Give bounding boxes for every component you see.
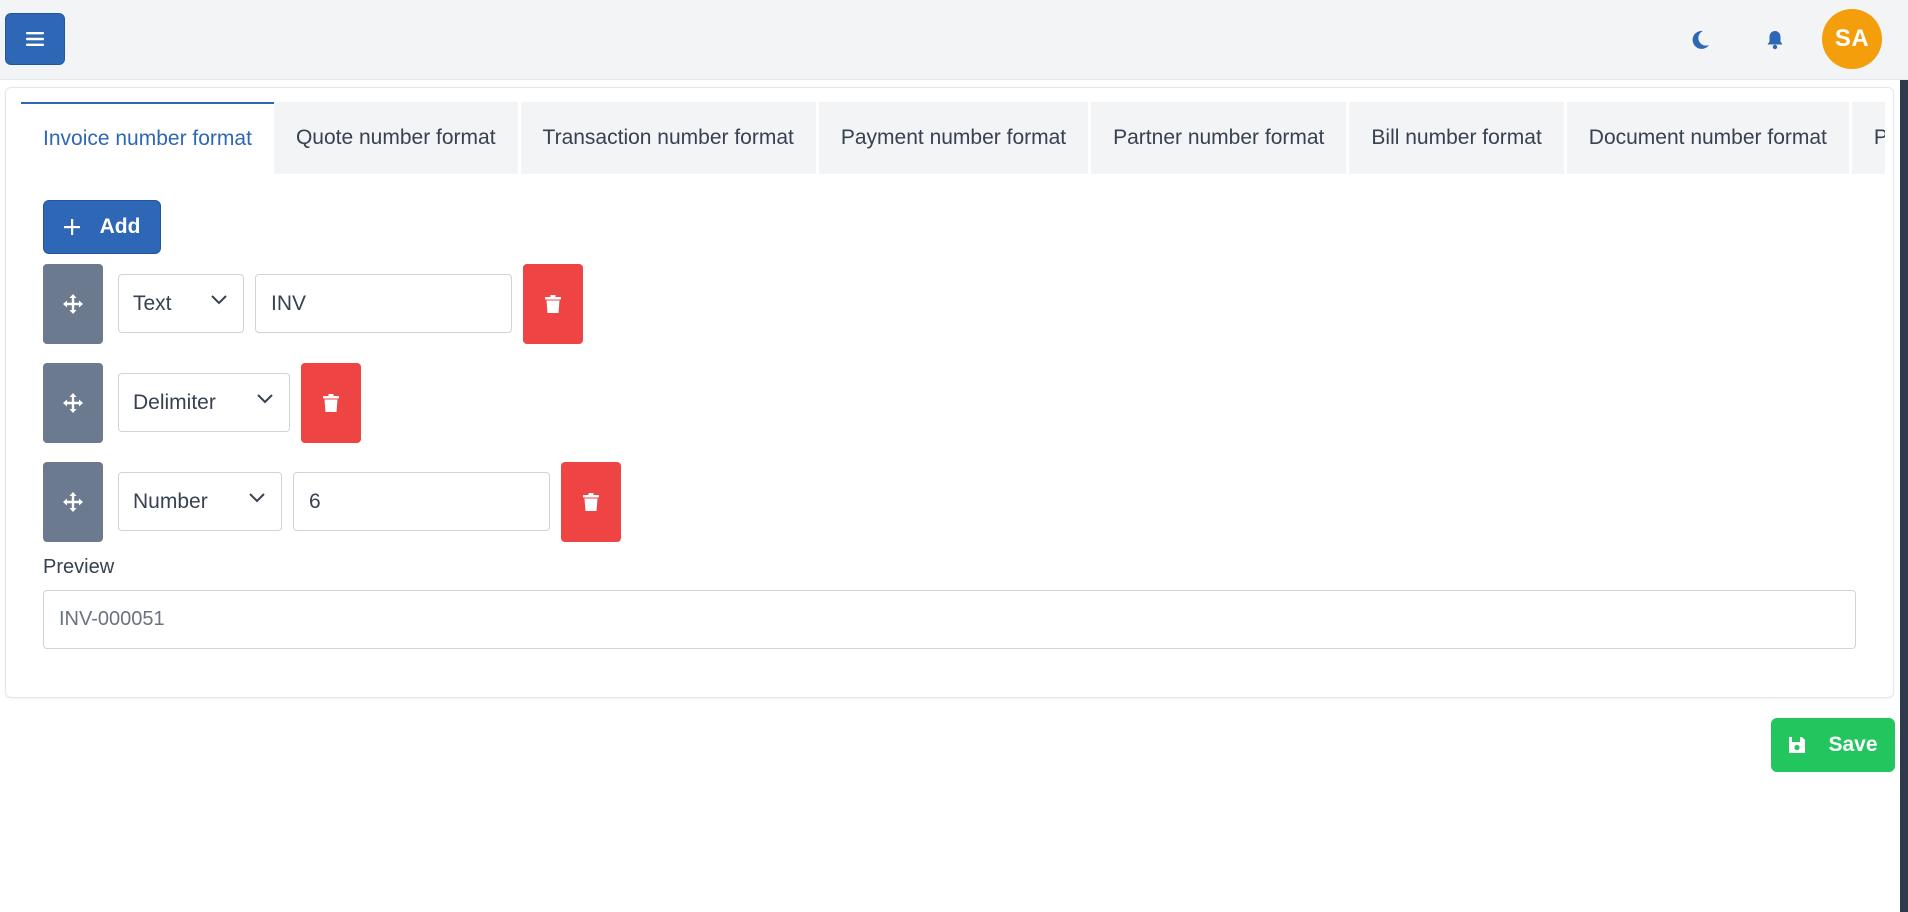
- tab-quote-number-format[interactable]: Quote number format: [273, 102, 521, 174]
- add-segment-button[interactable]: Add: [43, 200, 161, 254]
- trash-icon: [545, 295, 561, 313]
- preview-field: INV-000051: [43, 590, 1856, 649]
- hamburger-icon: [26, 32, 44, 46]
- segment-length-input[interactable]: 6: [293, 472, 550, 531]
- add-button-label: Add: [99, 215, 141, 238]
- format-row: Number 6: [43, 462, 623, 542]
- bell-icon: [1767, 31, 1783, 50]
- format-row: Delimiter: [43, 363, 363, 443]
- drag-handle[interactable]: [43, 264, 103, 344]
- plus-icon: [63, 219, 80, 235]
- tab-product-number-format[interactable]: Product: [1851, 102, 1885, 174]
- tab-document-number-format[interactable]: Document number format: [1566, 102, 1852, 174]
- segment-type-select[interactable]: Text: [118, 274, 244, 333]
- segment-type-select[interactable]: Number: [118, 472, 282, 531]
- delete-segment-button[interactable]: [301, 363, 361, 443]
- tab-payment-number-format[interactable]: Payment number format: [818, 102, 1092, 174]
- drag-handle[interactable]: [43, 462, 103, 542]
- segment-type-value: Text: [133, 291, 172, 315]
- chevron-down-icon: [211, 295, 227, 305]
- segment-type-value: Number: [133, 489, 208, 513]
- tab-transaction-number-format[interactable]: Transaction number format: [520, 102, 819, 174]
- menu-toggle-button[interactable]: [5, 13, 65, 65]
- segment-value-input[interactable]: INV: [255, 274, 512, 333]
- chevron-down-icon: [249, 493, 265, 503]
- moon-icon: [1692, 30, 1709, 49]
- scrollbar-thumb[interactable]: [1900, 80, 1908, 912]
- trash-icon: [583, 493, 599, 511]
- notifications-button[interactable]: [1757, 22, 1793, 58]
- number-format-card: Invoice number format Quote number forma…: [5, 87, 1894, 698]
- segment-type-select[interactable]: Delimiter: [118, 373, 290, 432]
- drag-handle[interactable]: [43, 363, 103, 443]
- tab-bill-number-format[interactable]: Bill number format: [1349, 102, 1567, 174]
- theme-toggle-button[interactable]: [1683, 22, 1719, 58]
- move-arrows-icon: [63, 294, 83, 314]
- preview-label: Preview: [43, 556, 115, 578]
- tab-invoice-number-format[interactable]: Invoice number format: [21, 102, 274, 174]
- delete-segment-button[interactable]: [523, 264, 583, 344]
- delete-segment-button[interactable]: [561, 462, 621, 542]
- trash-icon: [323, 394, 339, 412]
- chevron-down-icon: [257, 394, 273, 404]
- user-avatar[interactable]: SA: [1822, 9, 1882, 69]
- floppy-disk-icon: [1789, 737, 1806, 753]
- format-tabs: Invoice number format Quote number forma…: [21, 102, 1885, 174]
- top-bar: SA: [0, 0, 1908, 80]
- format-row: Text INV: [43, 264, 583, 344]
- save-button[interactable]: Save: [1771, 718, 1895, 772]
- segment-type-value: Delimiter: [133, 390, 216, 414]
- save-button-label: Save: [1828, 733, 1878, 756]
- move-arrows-icon: [63, 492, 83, 512]
- tab-partner-number-format[interactable]: Partner number format: [1091, 102, 1350, 174]
- move-arrows-icon: [63, 393, 83, 413]
